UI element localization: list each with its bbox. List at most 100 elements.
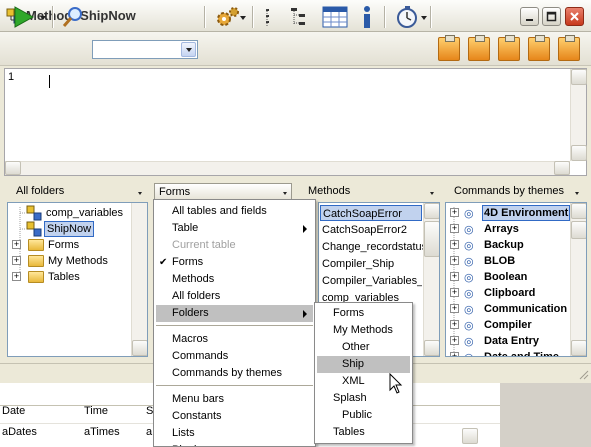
theme-item-clipboard[interactable]: + ◎ Clipboard (448, 285, 570, 301)
scroll-up-button[interactable] (424, 203, 439, 219)
scroll-thumb[interactable] (424, 221, 439, 257)
editor-horizontal-scrollbar[interactable] (5, 161, 570, 175)
theme-label: Arrays (484, 223, 519, 235)
info-button[interactable] (356, 4, 378, 30)
close-button[interactable] (565, 7, 584, 26)
menu-item-constants[interactable]: Constants (156, 408, 313, 425)
column-header-time[interactable]: Time (84, 405, 108, 417)
method-list-item[interactable]: Compiler_Ship (322, 256, 394, 272)
clipboard-3-icon[interactable] (498, 35, 520, 61)
scroll-down-button[interactable] (424, 340, 439, 356)
maximize-button[interactable] (542, 7, 561, 26)
expand-icon[interactable]: + (12, 256, 21, 265)
outline-button[interactable] (260, 4, 280, 30)
scroll-up-button[interactable] (571, 69, 587, 85)
close-icon (570, 12, 579, 21)
grid-view-button[interactable] (320, 4, 350, 30)
menu-item-lists[interactable]: Lists (156, 425, 313, 442)
expand-icon[interactable]: + (450, 224, 459, 233)
column-header-date[interactable]: Date (2, 405, 25, 417)
expand-icon[interactable]: + (450, 336, 459, 345)
code-editor[interactable]: 1 (4, 68, 587, 176)
scroll-down-button[interactable] (571, 340, 586, 356)
theme-item-arrays[interactable]: + ◎ Arrays (448, 221, 570, 237)
theme-item-backup[interactable]: + ◎ Backup (448, 237, 570, 253)
expand-icon[interactable]: + (450, 320, 459, 329)
resize-grip-icon[interactable] (577, 368, 589, 380)
methods-header[interactable]: Methods (304, 183, 440, 201)
menu-item-folders[interactable]: Folders (156, 305, 313, 322)
scroll-button[interactable] (462, 428, 478, 444)
clipboard-1-icon[interactable] (438, 35, 460, 61)
editor-vertical-scrollbar[interactable] (570, 69, 587, 161)
theme-item-communication[interactable]: + ◎ Communication (448, 301, 570, 317)
command-theme-icon: ◎ (464, 224, 474, 236)
scroll-thumb[interactable] (571, 221, 586, 239)
toolbar-separator (430, 6, 432, 28)
expand-icon[interactable]: + (450, 272, 459, 281)
submenu-item-ship[interactable]: Ship (317, 356, 410, 373)
tree-view-button[interactable] (288, 4, 314, 30)
menu-item-all-folders[interactable]: All folders (156, 288, 313, 305)
expand-icon[interactable]: + (450, 240, 459, 249)
expand-icon[interactable]: + (12, 240, 21, 249)
theme-item-blob[interactable]: + ◎ BLOB (448, 253, 570, 269)
search-button[interactable] (60, 4, 86, 30)
scroll-right-button[interactable] (554, 161, 570, 175)
method-list-item[interactable]: CatchSoapError2 (322, 222, 407, 238)
scroll-down-button[interactable] (571, 145, 587, 161)
menu-item-menu-bars[interactable]: Menu bars (156, 391, 313, 408)
expand-icon[interactable]: + (450, 256, 459, 265)
scroll-up-button[interactable] (571, 203, 586, 219)
theme-item-compiler[interactable]: + ◎ Compiler (448, 317, 570, 333)
expand-icon[interactable]: + (450, 208, 459, 217)
submenu-item-forms[interactable]: Forms (317, 305, 410, 322)
minimize-button[interactable] (520, 7, 539, 26)
submenu-item-public[interactable]: Public (317, 407, 410, 424)
timer-button[interactable] (390, 4, 427, 30)
menu-item-commands[interactable]: Commands (156, 348, 313, 365)
scroll-down-button[interactable] (132, 340, 147, 356)
expand-icon[interactable]: + (450, 304, 459, 313)
method-list-item[interactable]: Compiler_Variables_I (322, 273, 422, 289)
expand-icon[interactable]: + (12, 272, 21, 281)
submenu-item-my-methods[interactable]: My Methods (317, 322, 410, 339)
theme-item-boolean[interactable]: + ◎ Boolean (448, 269, 570, 285)
clipboard-5-icon[interactable] (558, 35, 580, 61)
clipboard-4-icon[interactable] (528, 35, 550, 61)
theme-item-4d-environment[interactable]: + ◎ 4D Environment (448, 205, 571, 221)
theme-item-date-and-time[interactable]: + ◎ Date and Time (448, 349, 570, 356)
all-folders-header[interactable]: All folders (12, 183, 148, 201)
tree-item-label: Forms (48, 239, 80, 251)
tree-item-my-methods[interactable]: + My Methods (10, 253, 130, 269)
settings-button[interactable] (210, 4, 246, 30)
commands-scrollbar[interactable] (570, 203, 586, 356)
menu-item-commands-by-themes[interactable]: Commands by themes (156, 365, 313, 382)
scroll-left-button[interactable] (5, 161, 21, 175)
expand-icon[interactable]: + (450, 288, 459, 297)
tree-item-forms[interactable]: + Forms (10, 237, 130, 253)
menu-item-plugins[interactable]: Plugins (156, 442, 313, 446)
tree-item-tables[interactable]: + Tables (10, 269, 130, 285)
method-list-item[interactable]: CatchSoapError (320, 205, 422, 221)
submenu-item-tables[interactable]: Tables (317, 424, 410, 441)
menu-item-methods[interactable]: Methods (156, 271, 313, 288)
expand-icon[interactable]: + (450, 352, 459, 356)
tree-item-label: My Methods (48, 255, 108, 267)
menu-item-forms[interactable]: ✔ Forms (156, 254, 313, 271)
folders-scrollbar[interactable] (131, 203, 147, 356)
commands-header[interactable]: Commands by themes (450, 183, 586, 201)
methods-scrollbar[interactable] (423, 203, 439, 356)
search-combo[interactable] (92, 40, 198, 59)
method-list-item[interactable]: Change_recordstatus (322, 239, 427, 255)
menu-item-table[interactable]: Table (156, 220, 313, 237)
theme-item-data-entry[interactable]: + ◎ Data Entry (448, 333, 570, 349)
menu-item-macros[interactable]: Macros (156, 331, 313, 348)
forms-dropdown-menu: All tables and fields Table Current tabl… (153, 199, 316, 447)
clipboard-2-icon[interactable] (468, 35, 490, 61)
menu-item-label: Folders (172, 307, 209, 319)
menu-item-all-tables-and-fields[interactable]: All tables and fields (156, 203, 313, 220)
run-button[interactable] (6, 4, 46, 30)
submenu-item-other[interactable]: Other (317, 339, 410, 356)
combo-dropdown-button[interactable] (181, 42, 196, 57)
